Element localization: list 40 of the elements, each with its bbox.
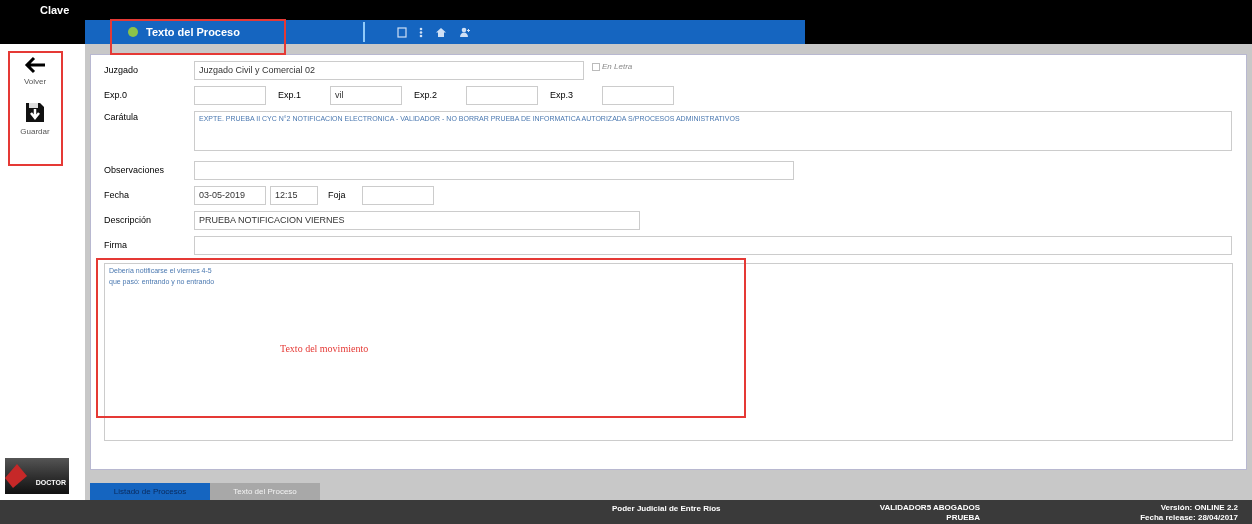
field-label: Observaciones (104, 163, 166, 177)
user-icon[interactable] (458, 26, 471, 38)
field-label: Exp.1 (278, 88, 302, 102)
field-label: Firma (104, 238, 128, 252)
user-name: VALIDADOR5 ABOGADOS (879, 503, 981, 513)
release-date: Fecha release: 28/04/2017 (1140, 513, 1238, 523)
time-field[interactable]: 12:15 (270, 186, 318, 205)
checkbox[interactable] (592, 63, 600, 71)
exp-field[interactable] (194, 86, 266, 105)
save-icon (24, 100, 46, 124)
field-label: Carátula (104, 111, 140, 124)
app-title: Clave (40, 2, 70, 18)
user-role: PRUEBA (946, 513, 981, 523)
court-field[interactable]: Juzgado Civil y Comercial 02 (194, 61, 584, 80)
more-icon[interactable] (418, 26, 423, 38)
field-label: Exp.3 (550, 88, 574, 102)
version-text: Versión: ONLINE 2.2 (1160, 503, 1238, 513)
organization-text: Poder Judicial de Entre Ríos (612, 503, 721, 515)
page-field[interactable] (362, 186, 434, 205)
back-arrow-icon (24, 56, 46, 74)
annotation-label: Texto del movimiento (280, 342, 369, 356)
field-label: Descripción (104, 213, 153, 227)
document-icon[interactable] (396, 26, 407, 38)
date-field[interactable]: 03-05-2019 (194, 186, 266, 205)
exp-field[interactable] (602, 86, 674, 105)
exp-field[interactable]: vil (330, 86, 402, 105)
exp-field[interactable] (466, 86, 538, 105)
checkbox-label: En Letra (602, 61, 633, 73)
field-label: Exp.2 (414, 88, 438, 102)
home-icon[interactable] (434, 26, 447, 38)
page-title: Texto del Proceso (146, 24, 240, 40)
field-label: Exp.0 (104, 88, 128, 102)
description-field[interactable]: PRUEBA NOTIFICACION VIERNES (194, 211, 640, 230)
save-button[interactable]: Guardar (20, 100, 50, 138)
back-button[interactable]: Volver (23, 56, 47, 88)
field-label: Foja (328, 188, 347, 202)
field-label: Fecha (104, 188, 130, 202)
field-label: Juzgado (104, 63, 140, 77)
observations-field[interactable] (194, 161, 794, 180)
signature-field[interactable] (194, 236, 1232, 255)
